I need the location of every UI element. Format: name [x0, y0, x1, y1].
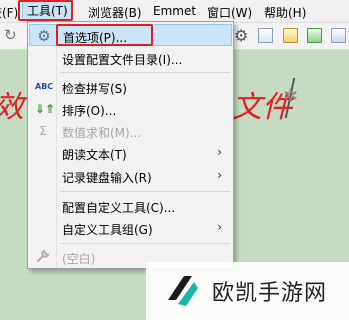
menu-item-label: 数值求和(M)...: [62, 126, 142, 140]
submenu-arrow-icon: ›: [217, 220, 222, 234]
menu-item-tool-groups[interactable]: 自定义工具组(G) ›: [29, 217, 232, 239]
menu-item-sort[interactable]: ⇓⇑ 排序(O)...: [29, 98, 232, 120]
tools-dropdown-menu: ⚙ 首选项(P)... 设置配置文件目录(I)... ABC 检查拼写(S) ⇓…: [27, 21, 234, 269]
wrench-icon: [35, 249, 51, 265]
menu-item-config-dir[interactable]: 设置配置文件目录(I)...: [29, 47, 232, 69]
menu-separator: [60, 191, 230, 192]
document-icon[interactable]: [258, 28, 273, 43]
menu-item-label: 朗读文本(T): [62, 148, 127, 162]
gear-icon: ⚙: [37, 27, 51, 45]
submenu-arrow-icon: ›: [217, 145, 222, 159]
menu-item-label: 记录键盘输入(R): [62, 171, 152, 185]
sort-icon: ⇓⇑: [35, 102, 56, 116]
menu-item-record-keys[interactable]: 记录键盘输入(R) ›: [29, 165, 232, 187]
menu-item-label: 自定义工具组(G): [62, 223, 153, 237]
menu-item-label: 配置自定义工具(C)...: [62, 201, 176, 215]
menu-item-sum: Σ 数值求和(M)...: [29, 120, 232, 142]
menu-window[interactable]: 窗口(W): [207, 4, 252, 21]
menu-item-spellcheck[interactable]: ABC 检查拼写(S): [29, 76, 232, 98]
menu-search[interactable]: 查(F): [0, 4, 18, 21]
watermark-text: 欧凯手游网: [212, 281, 328, 306]
menu-item-label: 设置配置文件目录(I)...: [62, 53, 183, 67]
menu-separator: [60, 72, 230, 73]
menu-item-label: 排序(O)...: [62, 104, 117, 118]
submenu-arrow-icon: ›: [217, 168, 222, 182]
sigma-icon: Σ: [39, 124, 47, 138]
menu-item-config-tools[interactable]: 配置自定义工具(C)...: [29, 195, 232, 217]
menu-help[interactable]: 帮助(H): [264, 4, 306, 21]
resize-handle-icon[interactable]: ✲: [283, 86, 298, 107]
menubar: 查(F) 工具(T) 浏览器(B) Emmet 窗口(W) 帮助(H): [0, 0, 349, 23]
refresh-icon[interactable]: ↻: [4, 26, 17, 44]
settings-gear-icon[interactable]: ⚙: [234, 26, 248, 45]
spellcheck-icon: ABC: [35, 82, 54, 91]
export-icon[interactable]: [307, 28, 322, 43]
watermark-logo-icon: [168, 276, 198, 306]
menu-emmet[interactable]: Emmet: [153, 4, 196, 18]
menu-separator: [60, 243, 230, 244]
panel-icon[interactable]: [283, 28, 298, 43]
menu-item-read-aloud[interactable]: 朗读文本(T) ›: [29, 142, 232, 164]
tools-menu-highlight-box: [18, 0, 73, 21]
watermark: 欧凯手游网: [146, 262, 349, 320]
menu-browser[interactable]: 浏览器(B): [88, 4, 142, 21]
menu-item-label: 检查拼写(S): [62, 82, 127, 96]
preferences-highlight-box: [56, 24, 153, 46]
editor-text-left: 效: [0, 82, 24, 126]
menu-item-label: (空白): [62, 252, 96, 266]
layout-icon[interactable]: [331, 28, 346, 43]
